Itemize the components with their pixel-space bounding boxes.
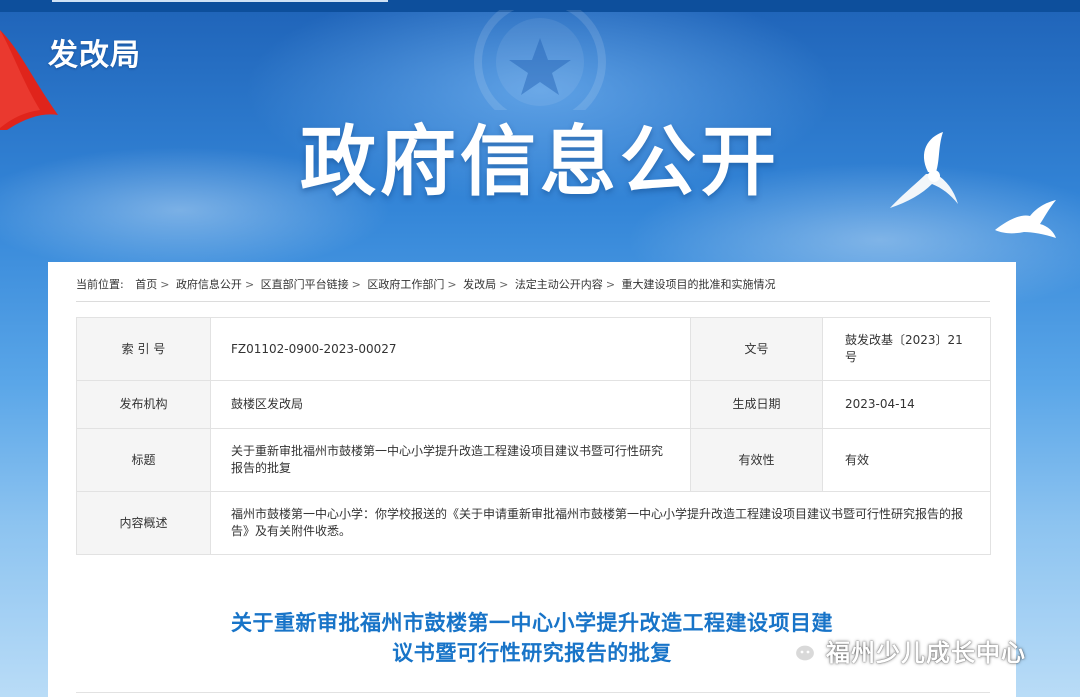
top-search-strip[interactable] [52, 0, 388, 2]
breadcrumb-link-major-projects[interactable]: 重大建设项目的批准和实施情况 [622, 278, 776, 291]
breadcrumb-link-fagai[interactable]: 发改局 [463, 278, 496, 291]
breadcrumb-separator: > [244, 278, 255, 291]
breadcrumb-link-dept-platform[interactable]: 区直部门平台链接 [261, 278, 349, 291]
table-row: 标题 关于重新审批福州市鼓楼第一中心小学提升改造工程建设项目建议书暨可行性研究报… [76, 428, 991, 492]
document-meta-table: 索 引 号 FZ01102-0900-2023-00027 文号 鼓发改基〔20… [76, 317, 991, 555]
breadcrumb-link-home[interactable]: 首页 [135, 278, 157, 291]
divider [76, 692, 990, 693]
summary-value: 福州市鼓楼第一中心小学：你学校报送的《关于申请重新审批福州市鼓楼第一中心小学提升… [210, 491, 991, 555]
breadcrumb-separator: > [351, 278, 361, 291]
breadcrumb-link-public-content[interactable]: 法定主动公开内容 [515, 278, 603, 291]
wechat-icon [779, 634, 817, 666]
watermark-text: 福州少儿成长中心 [826, 638, 1026, 667]
publisher-label: 发布机构 [76, 380, 211, 429]
breadcrumb-separator: > [499, 278, 509, 291]
dove-icon [890, 132, 958, 208]
summary-label: 内容概述 [76, 491, 211, 555]
breadcrumb-separator: > [160, 278, 170, 291]
breadcrumb-separator: > [447, 278, 457, 291]
index-number-value: FZ01102-0900-2023-00027 [210, 317, 691, 381]
department-name[interactable]: 发改局 [48, 30, 141, 74]
title-label: 标题 [76, 428, 211, 492]
breadcrumb-prefix: 当前位置: [76, 278, 124, 291]
publisher-value: 鼓楼区发改局 [210, 380, 691, 429]
header-banner: 发改局 政府信息公开 当前位置: 首页 > 政府信息公开 > 区直部门平台链接 > 区… [0, 0, 1080, 697]
breadcrumb-link-gov-depts[interactable]: 区政府工作部门 [367, 278, 444, 291]
title-value: 关于重新审批福州市鼓楼第一中心小学提升改造工程建设项目建议书暨可行性研究报告的批… [210, 428, 691, 492]
breadcrumb: 当前位置: 首页 > 政府信息公开 > 区直部门平台链接 > 区政府工作部门 > 发改局… [76, 278, 990, 302]
wechat-watermark: 福州少儿成长中心 [778, 632, 1026, 668]
table-row: 内容概述 福州市鼓楼第一中心小学：你学校报送的《关于申请重新审批福州市鼓楼第一中… [76, 491, 991, 555]
breadcrumb-separator: > [605, 278, 616, 291]
table-row: 索 引 号 FZ01102-0900-2023-00027 文号 鼓发改基〔20… [76, 317, 991, 381]
dove-icon [995, 200, 1056, 238]
star-emblem-icon [474, 10, 606, 110]
breadcrumb-link-gov-info[interactable]: 政府信息公开 [176, 278, 242, 291]
doc-number-label: 文号 [690, 317, 823, 381]
validity-value: 有效 [822, 428, 991, 492]
date-value: 2023-04-14 [822, 380, 991, 429]
index-number-label: 索 引 号 [76, 317, 211, 381]
validity-label: 有效性 [690, 428, 823, 492]
table-row: 发布机构 鼓楼区发改局 生成日期 2023-04-14 [76, 380, 991, 429]
doc-number-value: 鼓发改基〔2023〕21号 [822, 317, 991, 381]
date-label: 生成日期 [690, 380, 823, 429]
